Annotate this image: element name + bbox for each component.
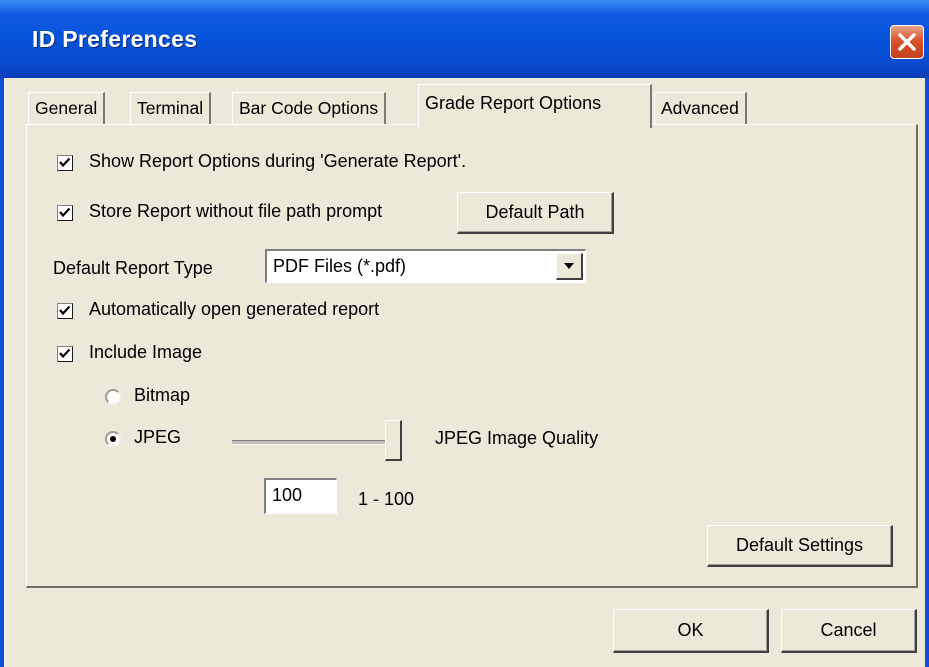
jpeg-quality-slider-thumb[interactable] — [385, 420, 402, 461]
tab-general[interactable]: General — [28, 92, 106, 124]
chevron-down-icon — [564, 263, 574, 269]
tab-panel-grade-report-options: Show Report Options during 'Generate Rep… — [26, 124, 918, 588]
include-image-label[interactable]: Include Image — [89, 342, 202, 363]
include-image-checkbox[interactable] — [57, 346, 73, 362]
default-path-button[interactable]: Default Path — [457, 192, 614, 234]
jpeg-radio[interactable] — [105, 431, 121, 447]
jpeg-quality-label: JPEG Image Quality — [435, 428, 599, 448]
report-type-value: PDF Files (*.pdf) — [273, 256, 407, 276]
close-icon — [898, 33, 916, 51]
tab-label: Bar Code Options — [239, 98, 379, 118]
window-title: ID Preferences — [32, 26, 198, 52]
tab-label: Terminal — [137, 98, 204, 118]
default-settings-button[interactable]: Default Settings — [707, 525, 893, 567]
jpeg-quality-slider-track[interactable] — [232, 440, 402, 445]
checkmark-icon — [59, 305, 71, 316]
bitmap-radio[interactable] — [105, 389, 121, 405]
tab-terminal[interactable]: Terminal — [130, 92, 212, 124]
jpeg-quality-range: 1 - 100 — [358, 489, 415, 509]
checkmark-icon — [59, 207, 71, 218]
show-report-options-label[interactable]: Show Report Options during 'Generate Rep… — [89, 151, 466, 172]
jpeg-label[interactable]: JPEG — [134, 427, 181, 448]
bitmap-label[interactable]: Bitmap — [134, 385, 190, 406]
tab-label: General — [35, 98, 98, 118]
cancel-button[interactable]: Cancel — [781, 609, 917, 653]
title-bar[interactable]: ID Preferences — [0, 0, 929, 78]
store-report-checkbox[interactable] — [57, 205, 73, 221]
auto-open-checkbox[interactable] — [57, 303, 73, 319]
close-button[interactable] — [890, 25, 924, 59]
tab-bar-code-options[interactable]: Bar Code Options — [232, 92, 387, 124]
store-report-label[interactable]: Store Report without file path prompt — [89, 201, 382, 222]
ok-button[interactable]: OK — [613, 609, 769, 653]
default-report-type-label: Default Report Type — [53, 258, 213, 278]
jpeg-quality-input[interactable]: 100 — [264, 478, 337, 514]
dropdown-arrow-button[interactable] — [556, 253, 583, 280]
checkmark-icon — [59, 157, 71, 168]
tab-label: Advanced — [661, 98, 739, 118]
checkmark-icon — [59, 348, 71, 359]
auto-open-label[interactable]: Automatically open generated report — [89, 299, 379, 320]
tab-label: Grade Report Options — [425, 93, 602, 113]
tab-advanced[interactable]: Advanced — [654, 92, 747, 124]
show-report-options-checkbox[interactable] — [57, 155, 73, 171]
tab-grade-report-options[interactable]: Grade Report Options — [418, 84, 652, 128]
report-type-dropdown[interactable]: PDF Files (*.pdf) — [265, 249, 586, 283]
